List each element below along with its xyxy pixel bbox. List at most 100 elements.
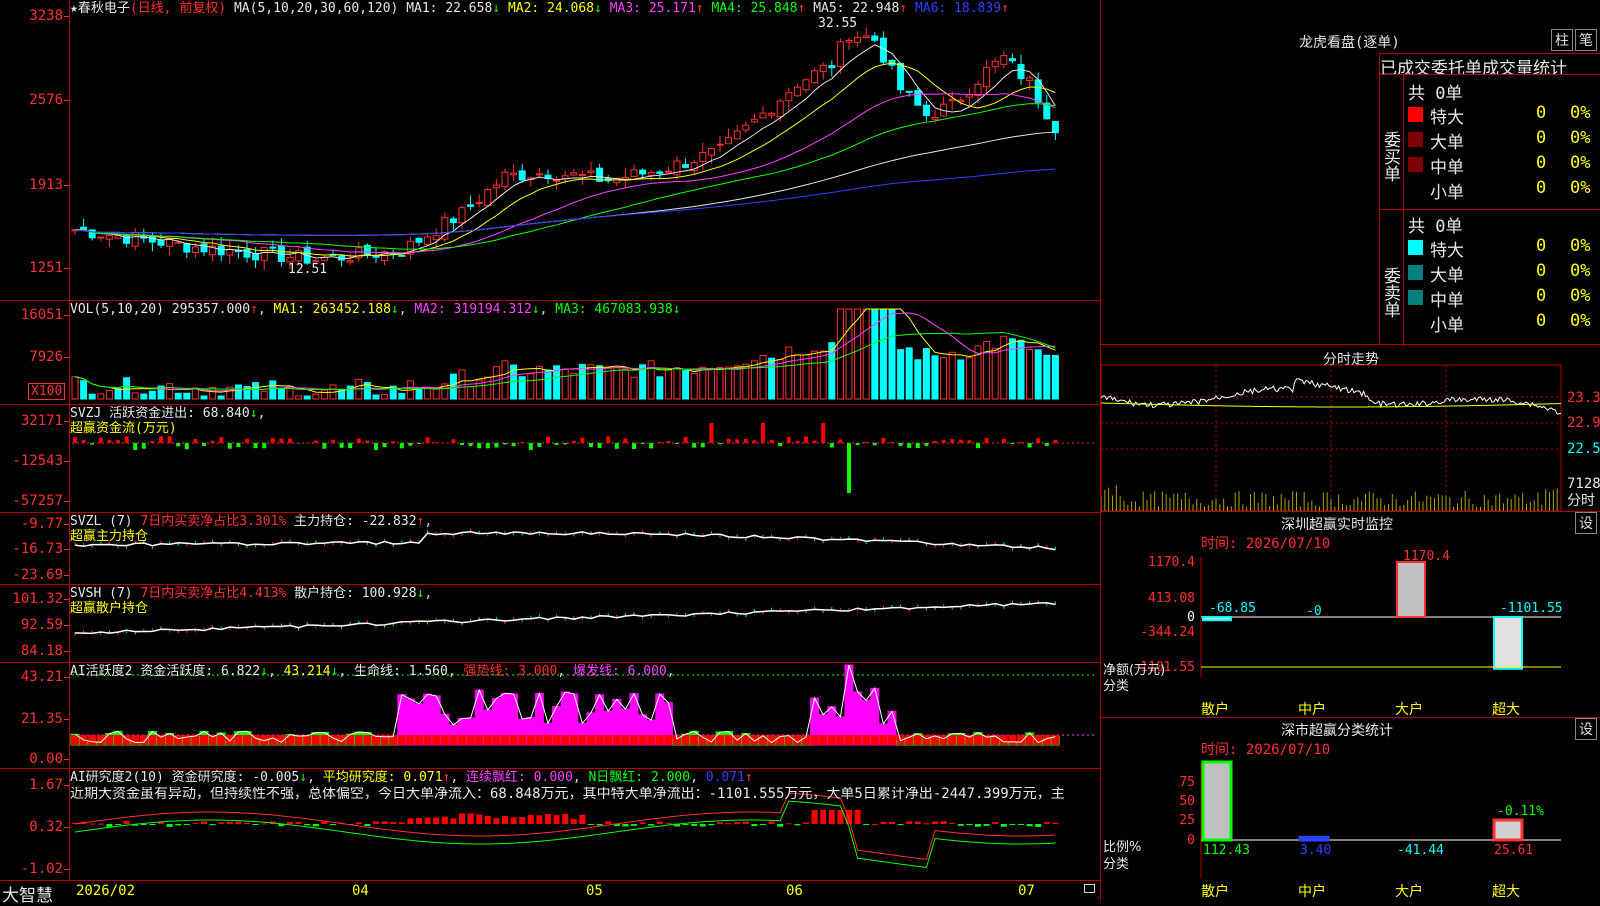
volume-title: VOL(5,10,20) 295357.000↑, MA1: 263452.18… [70, 302, 681, 317]
volume-bar [966, 358, 972, 399]
research-bar [124, 821, 130, 824]
price-pane[interactable]: 3238 2576 1913 1251 ★春秋电子(日线, 前复权) MA(5,… [0, 0, 1100, 300]
candle-body [966, 95, 972, 97]
svzl-title: SVZL (7) 7日内买卖净占比3.301% 主力持仓: -22.832↑, [70, 514, 432, 529]
sell-label: 委卖单 [1380, 210, 1404, 346]
research-bar [149, 824, 155, 825]
tick-mode-button[interactable]: 笔 [1575, 29, 1597, 51]
fund-flow-bar [99, 438, 103, 443]
research-bar [717, 822, 723, 824]
arrow-down-icon: ↓ [492, 1, 500, 16]
fund-flow-bar [692, 443, 696, 448]
date-label: 07 [1018, 883, 1035, 899]
volume-bar [1052, 355, 1058, 399]
fund-flow-bar [701, 443, 705, 447]
period-label: (日线, 前复权) [130, 1, 226, 16]
research-bar [382, 821, 388, 824]
lock-icon[interactable] [1084, 884, 1095, 893]
date-axis: 大智慧 2026/02 04 05 06 07 [0, 880, 1100, 900]
research-bar [683, 824, 689, 825]
research-bar [253, 824, 259, 825]
research-bar [141, 824, 147, 825]
research-bar [364, 824, 370, 826]
color-swatch [1408, 132, 1423, 147]
category-label: 超大 [1492, 702, 1520, 718]
fund-flow-bar [795, 441, 799, 443]
volume-bar [880, 309, 886, 399]
sz-monitor-bar-chart: 1170.4413.080-344.24-1101.55散户中户大户超大-68.… [1101, 512, 1600, 718]
fund-flow-bar [881, 438, 885, 443]
volume-bar [605, 367, 611, 399]
chart-tick: 0 [1187, 610, 1195, 625]
volume-bar [906, 348, 912, 399]
flow-bar [1203, 617, 1231, 620]
activity-base [570, 735, 578, 745]
arrow-down-icon: ↓ [532, 302, 540, 317]
candle-body [98, 237, 104, 238]
volume-bar [115, 389, 121, 399]
ai-activity-pane[interactable]: 43.21 21.35 0.00 AI活跃度2 资金活跃度: 6.822↓, 4… [0, 662, 1100, 768]
fund-flow-bar [494, 443, 498, 447]
activity-base [217, 735, 225, 745]
svzj-pane[interactable]: 32171 -12543 -57257 SVZJ 活跃资金进出: 68.840↓… [0, 404, 1100, 512]
svsh-pane[interactable]: 101.32 92.59 84.18 SVSH (7) 7日内买卖净占比4.41… [0, 584, 1100, 662]
svsh-title: SVSH (7) 7日内买卖净占比4.413% 散户持仓: 100.928↓, [70, 586, 432, 601]
svzl-pane[interactable]: -9.77 -16.73 -23.69 SVZL (7) 7日内买卖净占比3.3… [0, 512, 1100, 584]
volume-bar [734, 366, 740, 399]
fund-flow-bar [546, 437, 550, 443]
research-bar [321, 822, 327, 824]
volume-pane[interactable]: 16051 7926 X100 VOL(5,10,20) 295357.000↑… [0, 300, 1100, 404]
volume-bar [898, 350, 904, 399]
volume-bar [657, 377, 663, 399]
activity-base [682, 735, 690, 745]
main-position-line [75, 532, 1055, 550]
activity-base [1017, 735, 1025, 745]
fund-flow-bar [202, 443, 206, 446]
volume-bar [820, 351, 826, 399]
activity-base [114, 735, 122, 745]
avg-research: 平均研究度: 0.071 [323, 770, 443, 785]
svzj-title: SVZJ 活跃资金进出: 68.840↓, [70, 406, 265, 421]
activity-base [828, 735, 836, 745]
intraday-volume-tick: 7128 [1567, 476, 1600, 492]
candle-body [562, 176, 568, 179]
order-name: 小单 [1430, 311, 1464, 336]
main-chart-area[interactable]: 3238 2576 1913 1251 ★春秋电子(日线, 前复权) MA(5,… [0, 0, 1100, 900]
activity-base [424, 735, 432, 745]
category-label: 大户 [1395, 883, 1423, 900]
fund-flow-bar [159, 436, 163, 443]
candle-body [708, 149, 714, 156]
volume-bar [786, 347, 792, 399]
ai-activity-label: AI活跃度2 [70, 664, 132, 679]
fund-flow-bar [486, 443, 490, 448]
research-bar [648, 824, 654, 826]
intraday-price-tick: 22.53 [1567, 441, 1600, 457]
volume-bar [691, 374, 697, 399]
intraday-price-tick: 22.92 [1567, 415, 1600, 431]
candle-body [846, 41, 852, 43]
activity-base [664, 735, 672, 745]
research-bar [984, 824, 990, 826]
activity-base [596, 735, 604, 745]
candle-body [949, 99, 955, 100]
volume-bar [674, 368, 680, 399]
volume-bar [278, 388, 284, 399]
volume-bar [399, 393, 405, 399]
color-swatch [1408, 240, 1423, 255]
volume-bar [89, 394, 95, 399]
fund-flow-bar [985, 438, 989, 443]
candle-body [984, 67, 990, 86]
n-day-red: N日飘红: 2.000 [588, 770, 690, 785]
candlestick-chart[interactable] [0, 0, 1100, 300]
intraday-panel[interactable]: 分时走势 23.31 22.92 22.53 7128 分时 [1100, 345, 1600, 512]
order-p: 0% [1570, 153, 1590, 173]
volume-bar [98, 394, 104, 399]
candle-body [124, 235, 130, 244]
ai-research-pane[interactable]: 1.67 0.32 -1.02 AI研究度2(10) 资金研究度: -0.005… [0, 768, 1100, 880]
fund-flow-bar [211, 441, 215, 443]
research-bar [545, 814, 551, 824]
intraday-chart[interactable] [1101, 345, 1600, 512]
candle-body [786, 93, 792, 101]
arrow-up-icon: ↑ [1001, 1, 1009, 16]
bar-mode-button[interactable]: 柱 [1551, 29, 1573, 51]
